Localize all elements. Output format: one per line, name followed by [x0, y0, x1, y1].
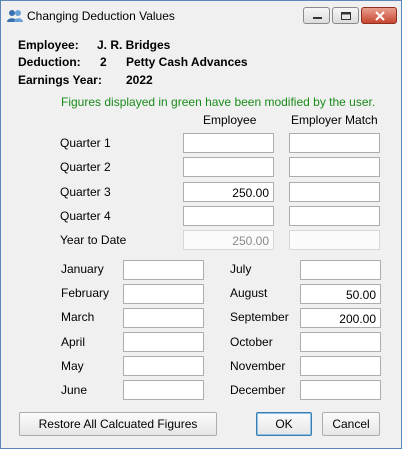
quarter-2-employer-field[interactable] — [289, 157, 380, 177]
earnings-year-value: 2022 — [126, 73, 153, 87]
month-field-october[interactable] — [300, 332, 381, 352]
employer-column-header: Employer Match — [291, 113, 378, 127]
quarter-3-employee-field[interactable]: 250.00 — [183, 182, 274, 202]
title-bar[interactable]: Changing Deduction Values — [1, 1, 401, 31]
month-field-november[interactable] — [300, 356, 381, 376]
month-label-july: July — [230, 262, 252, 276]
month-label-may: May — [61, 359, 84, 373]
ytd-label: Year to Date — [60, 233, 127, 247]
modified-note: Figures displayed in green have been mod… — [61, 95, 376, 109]
month-label-december: December — [230, 383, 286, 397]
dialog-window: Changing Deduction Values Employee: J. R… — [0, 0, 402, 449]
window-title: Changing Deduction Values — [27, 9, 175, 23]
maximize-button[interactable] — [332, 7, 359, 24]
cancel-button[interactable]: Cancel — [322, 412, 380, 436]
month-label-june: June — [61, 383, 88, 397]
month-field-march[interactable] — [123, 308, 204, 328]
month-label-march: March — [61, 310, 95, 324]
quarter-1-label: Quarter 1 — [60, 136, 111, 150]
month-field-june[interactable] — [123, 380, 204, 400]
month-field-august[interactable]: 50.00 — [300, 284, 381, 304]
month-label-january: January — [61, 262, 104, 276]
quarter-1-employer-field[interactable] — [289, 133, 380, 153]
month-field-may[interactable] — [123, 356, 204, 376]
employee-column-header: Employee — [203, 113, 257, 127]
quarter-1-employee-field[interactable] — [183, 133, 274, 153]
month-field-april[interactable] — [123, 332, 204, 352]
month-label-november: November — [230, 359, 286, 373]
close-button[interactable] — [361, 7, 397, 24]
deduction-number: 2 — [100, 55, 107, 69]
month-label-february: February — [61, 286, 110, 300]
ytd-employer-field — [289, 230, 380, 250]
ok-button[interactable]: OK — [256, 412, 312, 436]
month-field-december[interactable] — [300, 380, 381, 400]
deduction-name: Petty Cash Advances — [126, 55, 248, 69]
quarter-2-label: Quarter 2 — [60, 160, 111, 174]
employee-label: Employee: — [18, 38, 79, 52]
restore-button[interactable]: Restore All Calcuated Figures — [19, 412, 217, 436]
quarter-3-label: Quarter 3 — [60, 185, 111, 199]
users-icon — [7, 8, 23, 24]
month-field-january[interactable] — [123, 260, 204, 280]
month-field-july[interactable] — [300, 260, 381, 280]
ytd-employee-field: 250.00 — [183, 230, 274, 250]
month-label-september: September — [230, 310, 289, 324]
earnings-year-label: Earnings Year: — [18, 73, 102, 87]
quarter-4-employer-field[interactable] — [289, 206, 380, 226]
month-field-february[interactable] — [123, 284, 204, 304]
month-label-october: October — [230, 335, 273, 349]
quarter-2-employee-field[interactable] — [183, 157, 274, 177]
quarter-4-label: Quarter 4 — [60, 209, 111, 223]
deduction-label: Deduction: — [18, 55, 81, 69]
month-field-september[interactable]: 200.00 — [300, 308, 381, 328]
minimize-button[interactable] — [303, 7, 330, 24]
quarter-4-employee-field[interactable] — [183, 206, 274, 226]
month-label-april: April — [61, 335, 86, 349]
quarter-3-employer-field[interactable] — [289, 182, 380, 202]
employee-name: J. R. Bridges — [97, 38, 171, 52]
month-label-august: August — [230, 286, 268, 300]
